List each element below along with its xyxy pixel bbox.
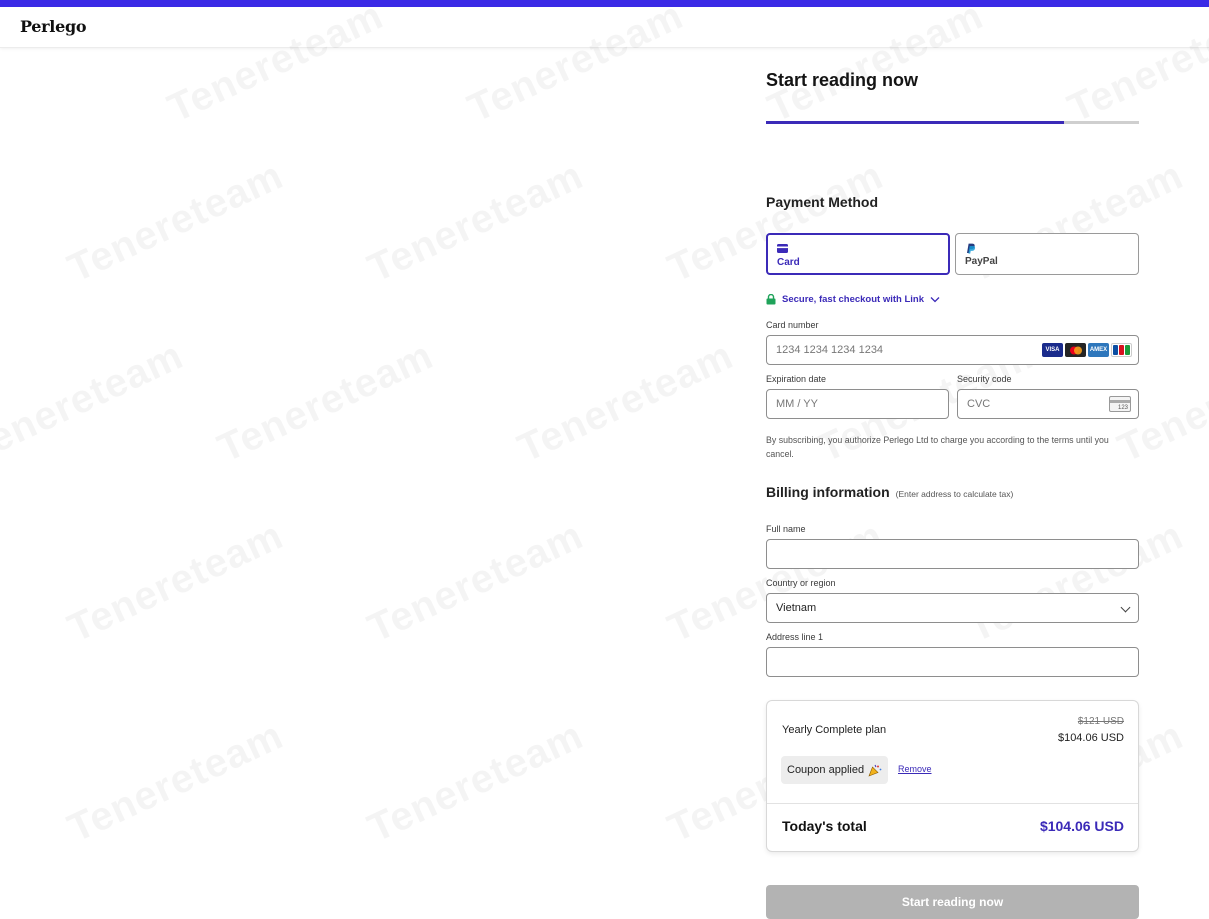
original-price: $121 USD xyxy=(1077,716,1124,727)
chevron-down-icon xyxy=(930,297,940,303)
payment-method-heading: Payment Method xyxy=(766,194,879,210)
party-popper-icon xyxy=(868,764,882,777)
payment-method-card-label: Card xyxy=(777,257,800,268)
card-number-input[interactable]: 1234 1234 1234 1234 VISA AMEX xyxy=(766,335,1139,365)
order-summary: Yearly Complete plan $121 USD $104.06 US… xyxy=(766,700,1139,852)
card-icon xyxy=(777,244,788,253)
cvc-placeholder: CVC xyxy=(967,398,991,410)
coupon-badge: Coupon applied xyxy=(781,756,889,784)
country-value: Vietnam xyxy=(776,602,817,614)
authorization-note: By subscribing, you authorize Perlego Lt… xyxy=(766,435,1109,459)
link-checkout-text: Secure, fast checkout with Link xyxy=(782,294,925,305)
link-checkout-toggle[interactable]: Secure, fast checkout with Link xyxy=(766,294,940,305)
watermark-text: Tenereteam xyxy=(211,333,440,472)
watermark-text: Tenereteam xyxy=(511,333,740,472)
mastercard-icon xyxy=(1065,343,1086,357)
page-title: Start reading now xyxy=(766,70,919,90)
plan-name: Yearly Complete plan xyxy=(782,724,887,736)
card-number-label: Card number xyxy=(766,320,819,330)
coupon-label: Coupon applied xyxy=(787,764,865,776)
cvc-label: Security code xyxy=(957,374,1012,384)
payment-method-paypal-label: PayPal xyxy=(965,256,998,267)
brand-top-bar xyxy=(0,0,1209,7)
checkout-progress-bar xyxy=(766,121,1139,124)
start-reading-button[interactable]: Start reading now xyxy=(766,885,1139,919)
address-input[interactable] xyxy=(766,647,1139,677)
cvc-icon-text: 123 xyxy=(1117,405,1128,411)
watermark-text: Tenereteam xyxy=(361,713,590,852)
expiry-placeholder: MM / YY xyxy=(776,398,818,410)
paypal-icon xyxy=(967,243,976,254)
expiry-input[interactable]: MM / YY xyxy=(766,389,949,419)
visa-icon: VISA xyxy=(1042,343,1063,357)
site-header: Perlego xyxy=(0,7,1209,48)
total-value: $104.06 USD xyxy=(1039,818,1124,834)
chevron-down-icon xyxy=(1120,602,1131,613)
lock-icon xyxy=(766,294,776,305)
expiry-label: Expiration date xyxy=(766,374,827,384)
summary-divider xyxy=(767,803,1138,804)
watermark-text: Tenereteam xyxy=(961,513,1190,652)
perlego-logo[interactable]: Perlego xyxy=(20,17,87,36)
amex-icon: AMEX xyxy=(1088,343,1109,357)
country-label: Country or region xyxy=(766,578,836,588)
watermark-text: Tenereteam xyxy=(361,153,590,292)
discounted-price: $104.06 USD xyxy=(1057,732,1124,744)
watermark-text: Tenereteam xyxy=(0,333,190,472)
checkout-progress-fill xyxy=(766,121,1065,124)
card-number-placeholder: 1234 1234 1234 1234 xyxy=(776,344,884,356)
jcb-icon xyxy=(1111,343,1132,357)
full-name-label: Full name xyxy=(766,524,806,534)
watermark-text: Tenereteam xyxy=(61,513,290,652)
billing-heading: Billing information xyxy=(766,484,890,500)
remove-coupon-link[interactable]: Remove xyxy=(898,764,932,774)
address-label: Address line 1 xyxy=(766,632,824,642)
watermark-text: Tenereteam xyxy=(61,153,290,292)
country-select[interactable]: Vietnam xyxy=(766,593,1139,623)
payment-method-paypal[interactable]: PayPal xyxy=(955,233,1139,275)
card-brands: VISA AMEX xyxy=(1042,343,1132,357)
total-label: Today's total xyxy=(782,818,867,834)
full-name-input[interactable] xyxy=(766,539,1139,569)
watermark-text: Tenereteam xyxy=(361,513,590,652)
billing-heading-row: Billing information (Enter address to ca… xyxy=(766,484,1013,500)
watermark-text: Tenereteam xyxy=(61,713,290,852)
cvc-card-icon: 123 xyxy=(1109,396,1131,412)
cvc-input[interactable]: CVC 123 xyxy=(957,389,1139,419)
billing-hint: (Enter address to calculate tax) xyxy=(895,489,1014,499)
payment-method-card[interactable]: Card xyxy=(766,233,950,275)
